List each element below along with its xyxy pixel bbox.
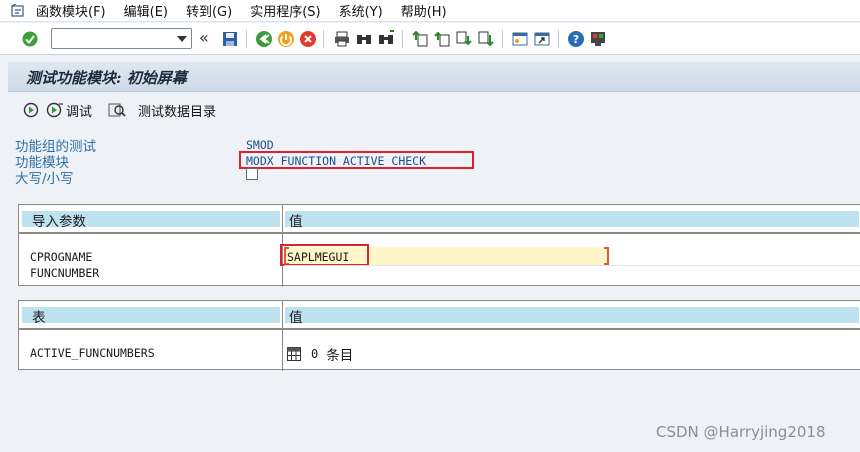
menu-bar: 函数模块(F) 编辑(E) 转到(G) 实用程序(S) 系统(Y) 帮助(H) xyxy=(0,0,860,22)
tables-table-header: 表 值 xyxy=(19,301,860,327)
menu-function-module[interactable]: 函数模块(F) xyxy=(36,1,106,20)
toolbar-separator xyxy=(246,30,247,48)
debug-icon xyxy=(46,102,63,118)
customize-layout-icon[interactable] xyxy=(588,29,608,49)
toolbar-separator xyxy=(323,30,324,48)
next-page-icon[interactable] xyxy=(454,29,474,49)
execute-icon xyxy=(23,102,39,118)
shortcut-icon[interactable] xyxy=(532,29,552,49)
cancel-icon[interactable] xyxy=(298,29,318,49)
print-icon[interactable] xyxy=(332,29,352,49)
back-icon[interactable] xyxy=(254,29,274,49)
menu-utilities[interactable]: 实用程序(S) xyxy=(250,1,320,20)
screen-title: 测试功能模块: 初始屏幕 xyxy=(26,69,187,87)
debug-button[interactable]: 调试 xyxy=(46,100,92,120)
param-name-cprogname: CPROGNAME xyxy=(30,250,93,264)
function-module-highlight xyxy=(239,151,474,169)
entries-count: 0 xyxy=(311,347,319,361)
screen-title-bar: 测试功能模块: 初始屏幕 xyxy=(8,62,860,92)
menu-edit[interactable]: 编辑(E) xyxy=(124,1,168,20)
execute-button[interactable] xyxy=(23,100,39,120)
find-next-icon[interactable] xyxy=(376,29,396,49)
test-data-directory-icon xyxy=(108,103,126,117)
help-icon[interactable]: ? xyxy=(566,29,586,49)
previous-page-icon[interactable] xyxy=(432,29,452,49)
svg-text:?: ? xyxy=(573,33,579,46)
test-data-directory-label: 测试数据目录 xyxy=(138,104,217,120)
command-field[interactable] xyxy=(51,28,192,49)
table-name-active-funcnumbers: ACTIVE_FUNCNUMBERS xyxy=(30,346,155,360)
enter-icon[interactable] xyxy=(20,29,40,49)
tables-value-column-header: 值 xyxy=(289,310,303,326)
chevron-down-icon[interactable] xyxy=(177,36,187,42)
tables-value-header-cell xyxy=(285,307,859,323)
import-value-header-cell xyxy=(285,211,859,227)
entries-unit: 条目 xyxy=(326,348,354,364)
save-icon[interactable] xyxy=(220,29,240,49)
table-grid-icon xyxy=(287,347,301,361)
input-bracket-right xyxy=(604,247,609,265)
watermark: CSDN @Harryjing2018 xyxy=(656,423,826,441)
import-table-header: 导入参数 值 xyxy=(19,205,860,231)
header-divider xyxy=(19,232,860,234)
funcnumber-input[interactable] xyxy=(284,265,860,278)
system-toolbar: « ? xyxy=(0,23,860,55)
tables-parameters-table: 表 值 ACTIVE_FUNCNUMBERS 0 条目 xyxy=(18,300,860,371)
last-page-icon[interactable] xyxy=(476,29,496,49)
toolbar-separator xyxy=(558,30,559,48)
exit-icon[interactable] xyxy=(276,29,296,49)
toolbar-separator xyxy=(502,30,503,48)
function-group-value: SMOD xyxy=(246,138,274,152)
create-session-icon[interactable] xyxy=(510,29,530,49)
tables-name-header-cell xyxy=(22,307,280,323)
application-toolbar: 调试 测试数据目录 xyxy=(8,96,860,124)
case-sensitivity-checkbox[interactable] xyxy=(246,168,258,180)
sap-menu-icon[interactable] xyxy=(8,3,28,19)
case-sensitivity-label: 大写/小写 xyxy=(15,171,74,187)
collapse-icon[interactable]: « xyxy=(199,28,209,47)
test-data-directory-button[interactable]: 测试数据目录 xyxy=(108,100,216,120)
cprogname-highlight xyxy=(280,244,369,266)
menu-system[interactable]: 系统(Y) xyxy=(339,1,383,20)
menu-help[interactable]: 帮助(H) xyxy=(401,1,447,20)
tables-name-column-header: 表 xyxy=(32,310,46,326)
toolbar-separator xyxy=(402,30,403,48)
param-name-funcnumber: FUNCNUMBER xyxy=(30,266,100,280)
import-value-column-header: 值 xyxy=(289,214,303,230)
active-funcnumbers-entries[interactable]: 0 条目 xyxy=(287,344,353,364)
find-icon[interactable] xyxy=(354,29,374,49)
debug-label: 调试 xyxy=(66,104,93,120)
header-divider xyxy=(19,328,860,330)
column-divider xyxy=(282,301,283,371)
import-param-column-header: 导入参数 xyxy=(32,214,86,230)
first-page-icon[interactable] xyxy=(410,29,430,49)
import-parameters-table: 导入参数 值 CPROGNAME SAPLMEGUI FUNCNUMBER xyxy=(18,204,860,287)
menu-goto[interactable]: 转到(G) xyxy=(186,1,232,20)
